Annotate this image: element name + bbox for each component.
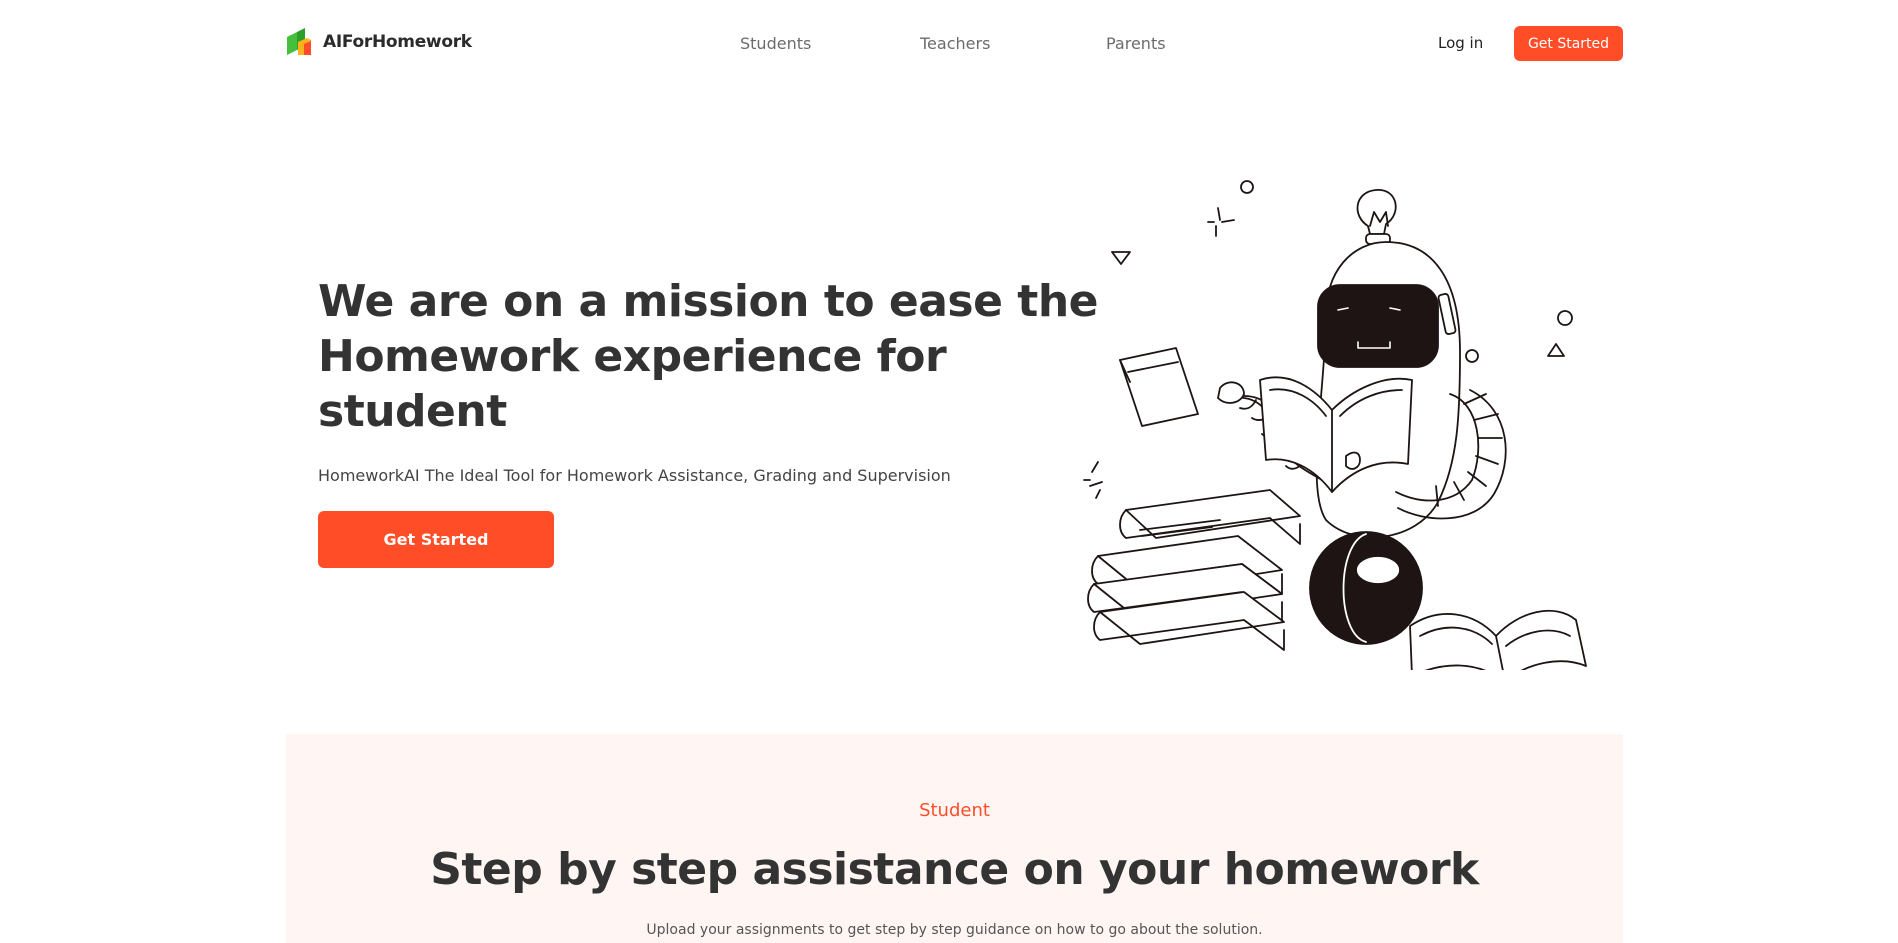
login-link[interactable]: Log in — [1438, 34, 1483, 52]
hero-subtitle: HomeworkAI The Ideal Tool for Homework A… — [318, 466, 951, 485]
section-title: Step by step assistance on your homework — [430, 844, 1479, 895]
nav-link-parents[interactable]: Parents — [1106, 34, 1166, 53]
header-get-started-button[interactable]: Get Started — [1514, 26, 1623, 61]
section-subtitle: Upload your assignments to get step by s… — [646, 922, 1263, 938]
section-eyebrow: Student — [919, 800, 990, 821]
robot-reading-book-illustration — [1083, 180, 1587, 670]
hero-title: We are on a mission to ease the Homework… — [318, 276, 1098, 437]
student-section: Student Step by step assistance on your … — [286, 734, 1623, 943]
nav-link-teachers[interactable]: Teachers — [920, 34, 990, 53]
hero-get-started-button[interactable]: Get Started — [318, 511, 554, 568]
site-header: AIForHomework Students Teachers Parents … — [0, 0, 1898, 88]
nav-link-students[interactable]: Students — [740, 34, 811, 53]
